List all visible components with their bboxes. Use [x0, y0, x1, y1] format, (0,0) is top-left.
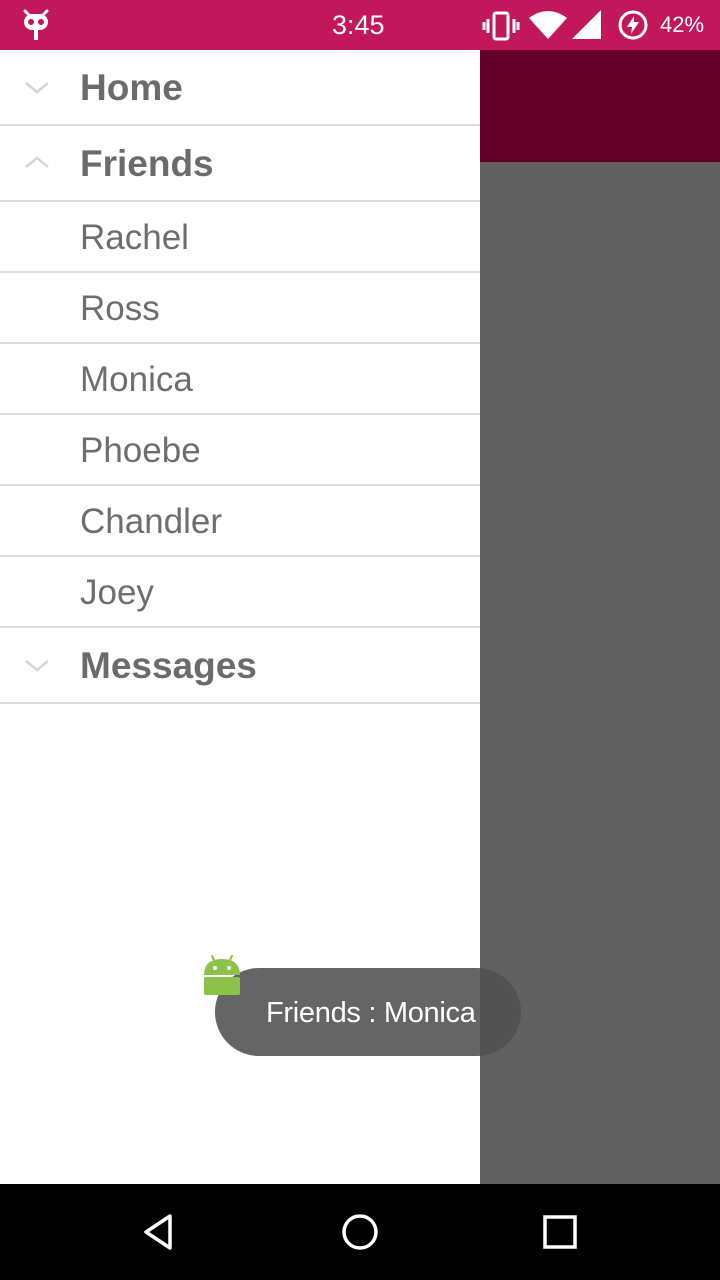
status-time: 3:45	[332, 10, 385, 40]
cyanogenmod-icon	[23, 9, 49, 40]
list-item-monica[interactable]: Monica	[0, 344, 480, 415]
status-bar: 3:45 42%	[0, 0, 720, 50]
group-label: Friends	[80, 143, 214, 184]
chevron-down-icon	[25, 82, 49, 94]
list-item-phoebe[interactable]: Phoebe	[0, 415, 480, 486]
group-label: Home	[80, 67, 183, 108]
app-toolbar	[480, 50, 720, 162]
chevron-down-icon	[25, 660, 49, 672]
back-button-icon[interactable]	[136, 1208, 184, 1256]
vibrate-icon	[482, 11, 520, 41]
android-icon	[204, 955, 240, 995]
list-item-ross[interactable]: Ross	[0, 273, 480, 344]
group-label: Messages	[80, 645, 257, 686]
group-messages[interactable]: Messages	[0, 628, 480, 704]
list-item-label: Phoebe	[80, 431, 201, 470]
home-button-icon[interactable]	[336, 1208, 384, 1256]
list-item-label: Joey	[80, 573, 154, 612]
wifi-icon	[529, 11, 567, 39]
list-item-label: Ross	[80, 289, 160, 328]
signal-icon	[572, 10, 601, 39]
battery-percent: 42%	[660, 12, 705, 37]
toast-message: Friends : Monica	[215, 968, 521, 1056]
list-item-rachel[interactable]: Rachel	[0, 202, 480, 273]
toast-text: Friends : Monica	[266, 997, 476, 1029]
system-nav-bar	[0, 1184, 720, 1280]
list-item-label: Rachel	[80, 218, 189, 257]
list-item-joey[interactable]: Joey	[0, 557, 480, 628]
list-item-label: Chandler	[80, 502, 223, 541]
battery-charging-icon	[618, 10, 648, 40]
group-friends[interactable]: Friends	[0, 126, 480, 202]
group-home[interactable]: Home	[0, 50, 480, 126]
recents-button-icon[interactable]	[536, 1208, 584, 1256]
list-item-label: Monica	[80, 360, 193, 399]
list-item-chandler[interactable]: Chandler	[0, 486, 480, 557]
chevron-up-icon	[25, 156, 49, 168]
